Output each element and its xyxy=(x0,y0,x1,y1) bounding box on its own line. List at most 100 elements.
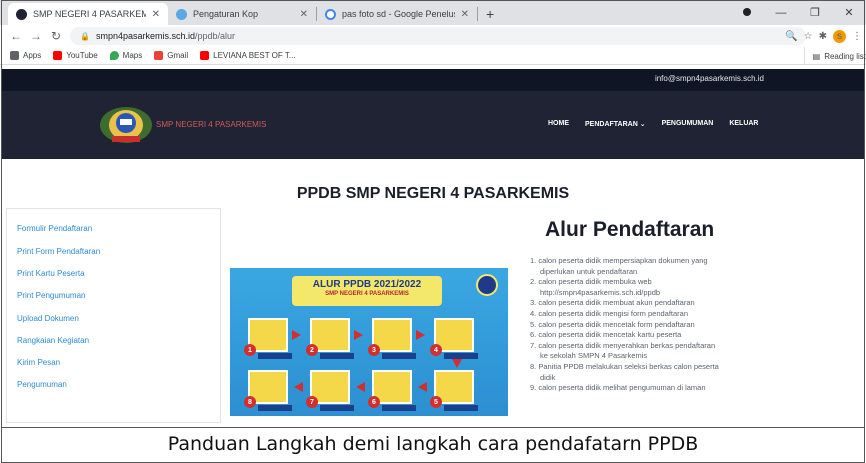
back-icon[interactable]: ← xyxy=(6,29,26,43)
tab-title: pas foto sd - Google Penelusuran xyxy=(342,9,455,19)
url-text: smpn4pasarkemis.sch.id/ppdb/alur xyxy=(95,31,236,41)
bookmark-label: LEVIANA BEST OF T... xyxy=(213,51,296,60)
contact-email[interactable]: info@smpn4pasarkemis.sch.id xyxy=(655,74,764,83)
infographic-banner: ALUR PPDB 2021/2022 SMP NEGERI 4 PASARKE… xyxy=(292,276,442,306)
bookmark-maps[interactable]: Maps xyxy=(109,51,143,60)
site-favicon-icon xyxy=(176,8,187,20)
arrow-left-icon xyxy=(418,382,427,392)
list-item: 6. calon peserta didik mencetak kartu pe… xyxy=(530,330,682,340)
forward-icon[interactable]: → xyxy=(26,29,46,43)
list-item: 4. calon peserta didik mengisi form pend… xyxy=(530,308,689,318)
sidebar-item-print-kartu[interactable]: Print Kartu Peserta xyxy=(17,269,85,278)
tab-title: SMP NEGERI 4 PASARKEMIS xyxy=(33,9,146,19)
bookmark-leviana[interactable]: LEVIANA BEST OF T... xyxy=(200,51,296,60)
infographic-step: 6 xyxy=(368,370,416,411)
screenshot-root: SMP NEGERI 4 PASARKEMIS ✕ Pengaturan Kop… xyxy=(0,0,866,463)
nav-home[interactable]: HOME xyxy=(548,120,569,128)
sidebar-item-print-form[interactable]: Print Form Pendaftaran xyxy=(17,247,100,256)
window-controls: — ❐ ✕ xyxy=(730,0,866,25)
caption-divider xyxy=(2,427,864,428)
close-icon[interactable]: ✕ xyxy=(152,9,160,20)
school-logo-icon[interactable] xyxy=(98,104,154,146)
nav-pendaftaran[interactable]: PENDAFTARAN ⌄ xyxy=(585,120,646,128)
extensions-icon[interactable]: ✱ xyxy=(819,31,827,42)
bookmark-label: Maps xyxy=(122,51,143,60)
menu-kebab-icon[interactable]: ⋮ xyxy=(852,31,862,42)
arrow-right-icon xyxy=(416,330,425,340)
site-brand-name[interactable]: SMP NEGERI 4 PASARKEMIS xyxy=(156,120,266,129)
bookmark-label: YouTube xyxy=(66,51,98,60)
list-item: 9. calon peserta didik melihat pengumuma… xyxy=(530,383,706,393)
tab-smp-negeri[interactable]: SMP NEGERI 4 PASARKEMIS ✕ xyxy=(8,3,168,25)
google-icon xyxy=(325,8,336,20)
zoom-icon[interactable]: 🔍 xyxy=(785,31,797,42)
close-window-icon[interactable]: ✕ xyxy=(832,6,866,19)
list-item: 3. calon peserta didik membuat akun pend… xyxy=(530,298,695,308)
infographic-step: 7 xyxy=(306,370,354,411)
infographic-step: 3 xyxy=(368,318,416,359)
list-item: 2. calon peserta didik membuka web http:/… xyxy=(530,277,661,297)
tab-title: Pengaturan Kop xyxy=(193,9,259,19)
sidebar-item-kirim-pesan[interactable]: Kirim Pesan xyxy=(17,358,60,367)
list-item: 1. calon peserta didik mempersiapkan dok… xyxy=(530,256,708,276)
avatar[interactable]: s xyxy=(833,29,846,43)
reading-list-label: Reading list xyxy=(824,51,866,61)
main-navigation: HOME PENDAFTARAN ⌄ PENGUMUMAN KELUAR xyxy=(548,120,758,128)
browser-tab-bar: SMP NEGERI 4 PASARKEMIS ✕ Pengaturan Kop… xyxy=(0,0,866,25)
bookmark-gmail[interactable]: Gmail xyxy=(154,51,188,60)
site-favicon-icon xyxy=(16,8,27,20)
bookmarks-bar: Apps YouTube Maps Gmail LEVIANA BEST OF … xyxy=(0,47,866,65)
nav-keluar[interactable]: KELUAR xyxy=(729,120,758,128)
tab-pengaturan-kop[interactable]: Pengaturan Kop ✕ xyxy=(168,3,316,25)
list-item: 5. calon peserta didik mencetak form pen… xyxy=(530,319,695,329)
maps-pin-icon xyxy=(109,51,119,60)
toolbar-actions: 🔍 ☆ ✱ s ⋮ xyxy=(785,27,862,45)
arrow-left-icon xyxy=(356,382,365,392)
maximize-icon[interactable]: ❐ xyxy=(798,6,832,19)
infographic-step: 2 xyxy=(306,318,354,359)
arrow-down-icon xyxy=(452,359,462,368)
reading-list-button[interactable]: ▤ Reading list xyxy=(803,47,866,65)
close-icon[interactable]: ✕ xyxy=(461,9,469,20)
reading-list-icon: ▤ xyxy=(812,51,821,61)
bookmark-label: Apps xyxy=(23,51,42,60)
star-icon[interactable]: ☆ xyxy=(804,31,813,42)
new-tab-button[interactable]: + xyxy=(478,3,502,25)
minimize-icon[interactable]: — xyxy=(764,7,798,19)
close-icon[interactable]: ✕ xyxy=(300,9,308,20)
apps-grid-icon xyxy=(10,51,19,60)
infographic-step: 8 xyxy=(244,370,292,411)
site-header: SMP NEGERI 4 PASARKEMIS HOME PENDAFTARAN… xyxy=(2,91,864,159)
bookmark-label: Gmail xyxy=(167,51,189,60)
browser-toolbar: ← → ↻ 🔒 smpn4pasarkemis.sch.id/ppdb/alur… xyxy=(0,25,866,47)
infographic-step: 5 xyxy=(430,370,478,411)
alur-ppdb-infographic: ALUR PPDB 2021/2022 SMP NEGERI 4 PASARKE… xyxy=(230,268,508,416)
bookmark-youtube[interactable]: YouTube xyxy=(53,51,98,60)
site-top-bar: info@smpn4pasarkemis.sch.id xyxy=(2,69,864,91)
infographic-title: ALUR PPDB 2021/2022 xyxy=(312,279,422,290)
address-bar[interactable]: 🔒 smpn4pasarkemis.sch.id/ppdb/alur xyxy=(70,27,806,45)
figure-caption: Panduan Langkah demi langkah cara pendaf… xyxy=(167,433,699,455)
alur-steps-list: 1. calon peserta didik mempersiapkan dok… xyxy=(530,256,780,394)
alur-heading: Alur Pendaftaran xyxy=(545,218,715,241)
list-item: 8. Panitia PPDB melakukan seleksi berkas… xyxy=(530,361,719,382)
sidebar-item-rangkaian[interactable]: Rangkaian Kegiatan xyxy=(17,336,89,345)
sidebar-item-print-pengumuman[interactable]: Print Pengumuman xyxy=(17,291,85,300)
tab-google-search[interactable]: pas foto sd - Google Penelusuran ✕ xyxy=(317,3,477,25)
arrow-right-icon xyxy=(354,330,363,340)
nav-pengumuman[interactable]: PENGUMUMAN xyxy=(662,120,714,128)
gmail-icon xyxy=(154,51,164,60)
infographic-step: 1 xyxy=(244,318,292,359)
list-item: 7. calon peserta didik menyerahkan berka… xyxy=(530,340,716,361)
sidebar-item-pengumuman[interactable]: Pengumuman xyxy=(17,380,67,389)
sidebar-item-upload[interactable]: Upload Dokumen xyxy=(17,314,79,323)
sidebar-item-formulir[interactable]: Formulir Pendaftaran xyxy=(17,224,92,233)
infographic-subtitle: SMP NEGERI 4 PASARKEMIS xyxy=(325,291,409,297)
reload-icon[interactable]: ↻ xyxy=(46,29,66,43)
lock-icon: 🔒 xyxy=(80,31,90,41)
recording-indicator-icon xyxy=(730,7,764,19)
infographic-step: 4 xyxy=(430,318,478,359)
ppdb-sidebar-menu: Formulir Pendaftaran Print Form Pendafta… xyxy=(6,208,221,423)
bookmark-apps[interactable]: Apps xyxy=(10,51,41,60)
page-title: PPDB SMP NEGERI 4 PASARKEMIS xyxy=(296,185,570,202)
